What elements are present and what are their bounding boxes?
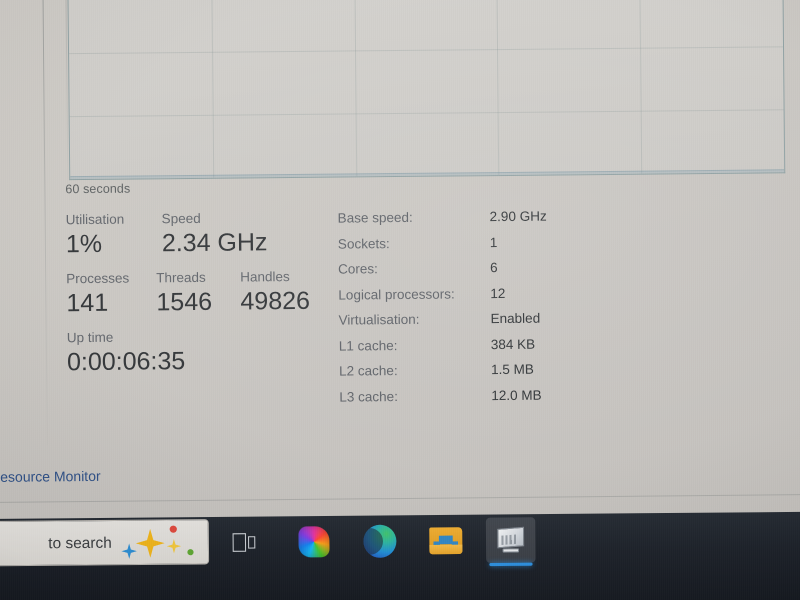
spec-key: L3 cache: [339, 388, 398, 405]
stat-uptime-label: Up time [66, 329, 114, 346]
spec-key: Sockets: [337, 235, 390, 252]
taskbar-item-microsoft-edge[interactable] [355, 518, 405, 564]
spec-value: 1 [489, 234, 498, 250]
spec-key: Virtualisation: [338, 311, 420, 328]
cpu-utilisation-graph[interactable] [66, 0, 786, 181]
stat-utilisation-label: Utilisation [65, 211, 125, 228]
spec-row-l1-cache: L1 cache: 384 KB [339, 335, 619, 363]
taskbar-search-box[interactable]: to search [0, 519, 210, 567]
cpu-specifications: Base speed: 2.90 GHz Sockets: 1 Cores: 6… [338, 208, 620, 415]
taskbar-item-task-manager[interactable] [485, 517, 536, 567]
gridline-horizontal [69, 109, 784, 118]
spec-row-cores: Cores: 6 [338, 259, 618, 287]
taskbar-item-copilot[interactable] [289, 519, 339, 565]
gridline-horizontal [69, 46, 784, 55]
gridline-vertical [496, 0, 500, 176]
search-placeholder-text: to search [48, 533, 112, 552]
stat-processes: Processes 141 [66, 270, 156, 318]
stat-utilisation-value: 1% [65, 229, 103, 259]
stat-threads-label: Threads [156, 269, 206, 286]
spec-value: 6 [490, 260, 498, 276]
stat-handles-label: Handles [240, 269, 290, 285]
active-app-indicator [489, 562, 533, 567]
spec-value: 384 KB [490, 336, 536, 352]
spec-row-logical-processors: Logical processors: 12 [338, 284, 618, 312]
task-manager-icon [495, 526, 526, 554]
task-manager-window: 60 seconds Utilisation 1% Speed 2.34 GHz… [0, 0, 800, 524]
spec-row-virtualisation: Virtualisation: Enabled [339, 310, 619, 338]
stat-threads: Threads 1546 [156, 270, 240, 318]
stat-handles-value: 49826 [240, 286, 311, 316]
screenshot-root: 60 seconds Utilisation 1% Speed 2.34 GHz… [0, 0, 800, 600]
spec-key: L2 cache: [339, 363, 398, 379]
spec-row-sockets: Sockets: 1 [338, 233, 618, 261]
spec-value: 2.90 GHz [489, 208, 547, 225]
windows-taskbar: to search [0, 511, 800, 600]
stat-speed-label: Speed [161, 210, 201, 227]
edge-icon [363, 524, 397, 558]
gridline-vertical [210, 0, 215, 178]
spec-value: 1.5 MB [491, 361, 534, 378]
taskbar-item-task-view[interactable] [219, 520, 269, 566]
spec-value: 12.0 MB [491, 387, 542, 403]
sparkle-icon [119, 524, 200, 562]
stat-speed-value: 2.34 GHz [161, 228, 268, 258]
cpu-statistics: Utilisation 1% Speed 2.34 GHz Processes … [66, 210, 328, 389]
stats-row-secondary: Processes 141 Threads 1546 Handles 49826 [66, 269, 326, 318]
spec-value: Enabled [490, 310, 541, 327]
graph-time-axis-label: 60 seconds [65, 181, 131, 197]
spec-key: Logical processors: [338, 285, 455, 303]
stat-utilisation: Utilisation 1% [66, 211, 162, 259]
stat-processes-label: Processes [66, 270, 130, 287]
task-view-icon [232, 533, 256, 552]
taskbar-item-file-explorer[interactable] [421, 518, 471, 564]
gridline-vertical [638, 0, 643, 174]
gridline-vertical [353, 0, 357, 177]
stat-uptime: Up time 0:00:06:35 [67, 329, 186, 377]
copilot-icon [298, 526, 330, 558]
stat-handles: Handles 49826 [240, 269, 330, 317]
spec-value: 12 [490, 285, 506, 301]
stats-row-primary: Utilisation 1% Speed 2.34 GHz [66, 210, 326, 259]
spec-key: Base speed: [337, 209, 413, 226]
stat-threads-value: 1546 [156, 287, 213, 317]
spec-row-l2-cache: L2 cache: 1.5 MB [339, 361, 619, 389]
spec-key: Cores: [338, 261, 378, 277]
stat-uptime-value: 0:00:06:35 [66, 347, 186, 377]
stat-speed: Speed 2.34 GHz [162, 210, 312, 258]
stats-row-uptime: Up time 0:00:06:35 [67, 328, 327, 377]
file-explorer-icon [429, 527, 463, 555]
spec-row-l3-cache: L3 cache: 12.0 MB [339, 386, 619, 414]
spec-key: L1 cache: [338, 337, 398, 354]
spec-row-base-speed: Base speed: 2.90 GHz [338, 208, 618, 236]
resource-monitor-link[interactable]: Resource Monitor [0, 468, 101, 485]
stat-processes-value: 141 [66, 288, 109, 318]
